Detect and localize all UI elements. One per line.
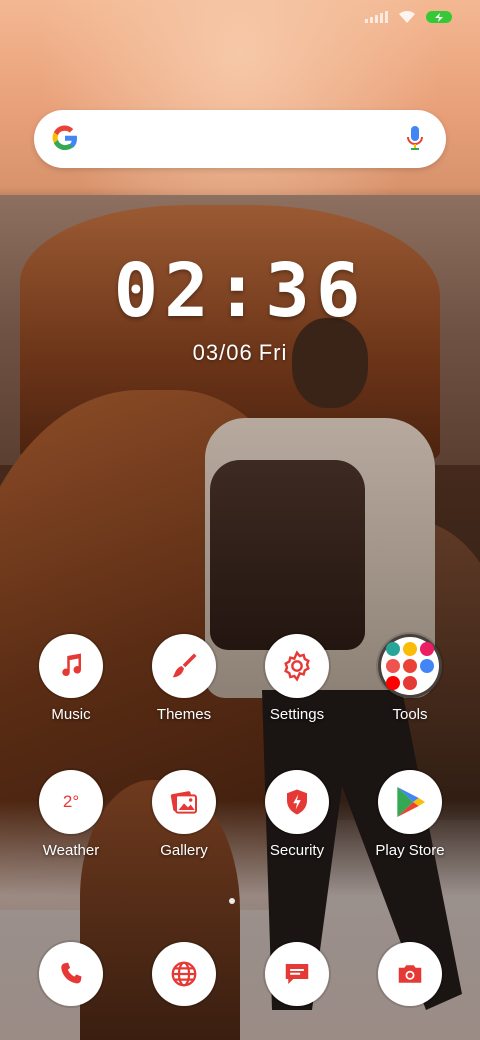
paintbrush-icon — [152, 634, 216, 698]
play-store-icon — [378, 770, 442, 834]
globe-icon — [152, 942, 216, 1006]
app-label: Tools — [392, 706, 428, 723]
app-gallery[interactable]: Gallery — [134, 770, 234, 859]
shield-icon — [265, 770, 329, 834]
status-bar — [365, 10, 452, 24]
dock-phone[interactable] — [21, 942, 121, 1006]
day-value: Fri — [258, 340, 288, 365]
app-themes[interactable]: Themes — [134, 634, 234, 723]
app-music[interactable]: Music — [21, 634, 121, 723]
google-search-bar[interactable] — [34, 110, 446, 168]
clock-date: 03/06 Fri — [0, 340, 480, 366]
app-settings[interactable]: Settings — [247, 634, 347, 723]
weather-icon: 2° — [39, 770, 103, 834]
app-label: Security — [269, 842, 325, 859]
message-icon — [265, 942, 329, 1006]
app-label: Weather — [42, 842, 100, 859]
app-label: Settings — [269, 706, 325, 723]
app-weather[interactable]: 2° Weather — [21, 770, 121, 859]
gallery-icon — [152, 770, 216, 834]
gear-icon — [265, 634, 329, 698]
app-label: Gallery — [160, 842, 208, 859]
battery-charging-icon — [426, 11, 452, 23]
weather-temperature: 2° — [62, 792, 80, 811]
clock-time[interactable]: 02:36 — [0, 248, 480, 334]
app-tools-folder[interactable]: Tools — [360, 634, 460, 723]
camera-icon — [378, 942, 442, 1006]
phone-icon — [39, 942, 103, 1006]
app-security[interactable]: Security — [247, 770, 347, 859]
wallpaper-backpack — [210, 460, 365, 650]
microphone-icon[interactable] — [406, 124, 424, 152]
music-note-icon — [39, 634, 103, 698]
google-g-icon — [52, 125, 78, 151]
dock-camera[interactable] — [360, 942, 460, 1006]
wifi-icon — [399, 10, 415, 23]
app-label: Play Store — [375, 842, 445, 859]
page-indicator — [229, 898, 235, 904]
folder-grid-icon — [378, 634, 442, 698]
app-play-store[interactable]: Play Store — [360, 770, 460, 859]
dock-messages[interactable] — [247, 942, 347, 1006]
date-value: 03/06 — [192, 340, 253, 365]
dock-browser[interactable] — [134, 942, 234, 1006]
app-label: Music — [51, 706, 91, 723]
app-label: Themes — [156, 706, 212, 723]
signal-bars-icon — [365, 11, 388, 23]
